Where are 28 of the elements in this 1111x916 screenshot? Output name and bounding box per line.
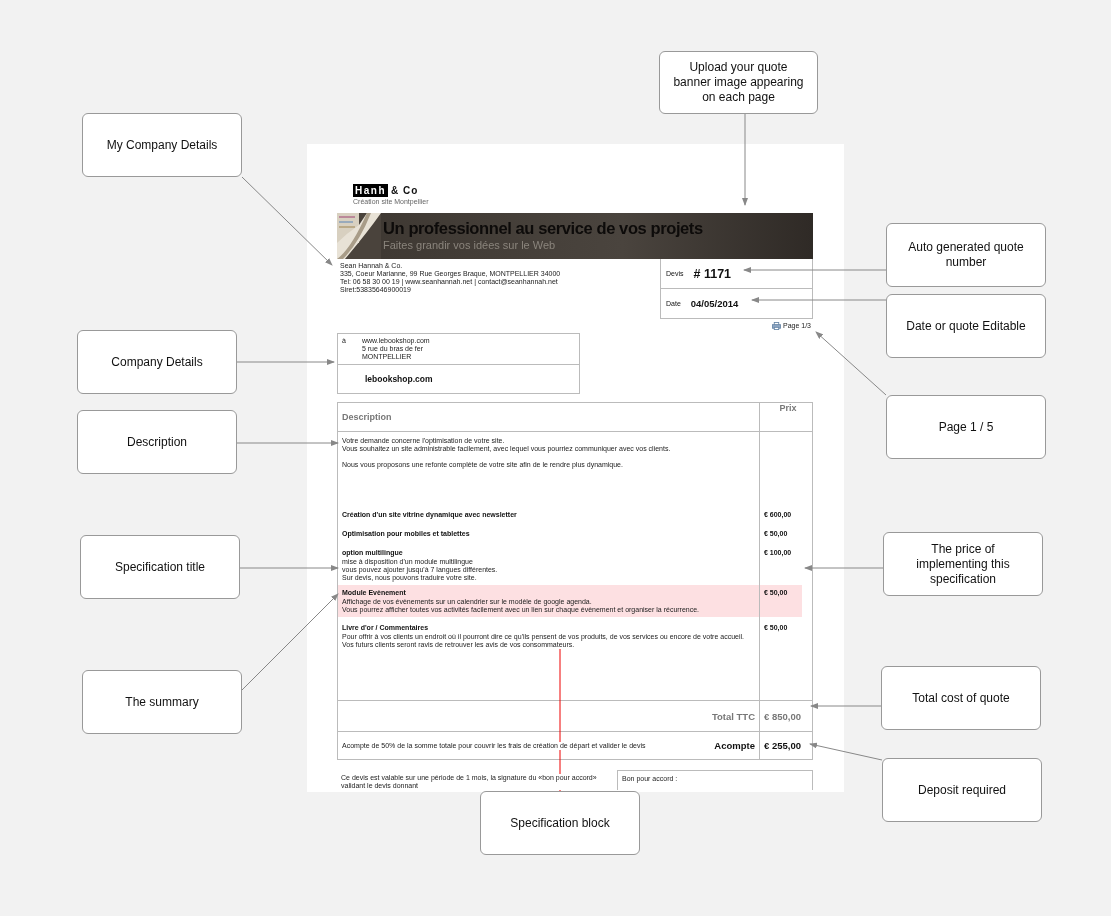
- column-header: Prix: [778, 403, 798, 415]
- date-field[interactable]: 04/05/2014: [690, 298, 739, 309]
- callout-text: Date or quote Editable: [906, 318, 1026, 334]
- callout-text: Specification title: [114, 559, 205, 575]
- callout-text: Auto generated quote number: [907, 240, 1025, 270]
- callout-text: Description: [127, 434, 187, 450]
- logo-text: & Co: [391, 185, 419, 196]
- printer-icon[interactable]: [771, 322, 781, 330]
- leader-line: [810, 703, 882, 709]
- deposit-value: € 255,00: [764, 740, 802, 751]
- callout-text: My Company Details: [106, 137, 218, 153]
- column-header: Description: [338, 403, 760, 431]
- callout-text: Company Details: [111, 354, 203, 370]
- client-name: lebookshop.com: [365, 374, 433, 384]
- callout-text: Upload your quote banner image appearing on each page: [672, 60, 805, 105]
- banner-subtitle: Faites grandir vos idées sur le Web: [383, 238, 557, 252]
- leader-line: [815, 331, 887, 396]
- callout-text: Deposit required: [917, 782, 1007, 798]
- callout-text: Total cost of quote: [912, 690, 1010, 706]
- total-value: € 850,00: [764, 710, 802, 722]
- callout-text: The price of implementing this specification: [915, 541, 1011, 587]
- callout-text: The summary: [125, 694, 199, 710]
- total-label: Total TTC: [711, 710, 755, 722]
- callout-text: Specification block: [510, 815, 610, 831]
- quote-number[interactable]: # 1171: [693, 266, 732, 281]
- deposit-label: Acompte: [714, 740, 755, 751]
- logo-mark: Hanh: [353, 184, 388, 197]
- callout-text: Page 1 / 5: [938, 419, 994, 435]
